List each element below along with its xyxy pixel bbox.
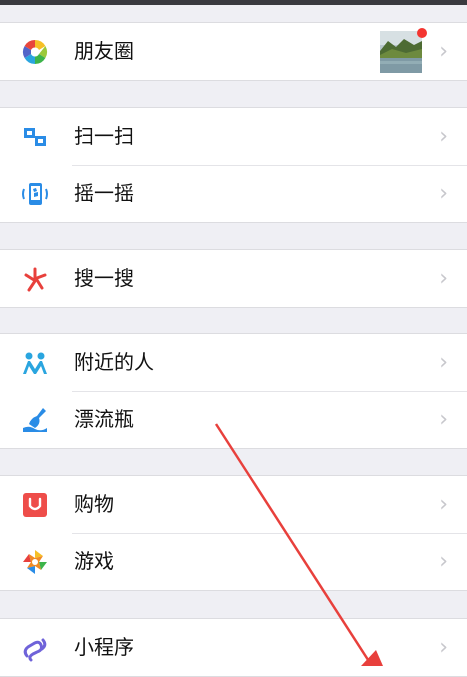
moments-label: 朋友圈 [74, 39, 134, 63]
chevron-right-icon: › [439, 407, 448, 432]
people-nearby-icon [21, 349, 49, 377]
shake-icon [21, 180, 49, 208]
mini-programs-label: 小程序 [74, 635, 134, 659]
chevron-right-icon: › [439, 124, 448, 149]
discover-item-shake[interactable]: 摇一摇 › [0, 165, 467, 222]
chevron-right-icon: › [439, 181, 448, 206]
discover-item-games[interactable]: 游戏 › [0, 533, 467, 590]
chevron-right-icon: › [439, 492, 448, 517]
moments-group: 朋友圈 › [0, 22, 467, 81]
discover-item-shopping[interactable]: 购物 › [0, 476, 467, 533]
discover-item-people-nearby[interactable]: 附近的人 › [0, 334, 467, 391]
search-group: 搜一搜 › [0, 249, 467, 308]
mini-programs-icon [21, 634, 49, 662]
discover-item-moments[interactable]: 朋友圈 › [0, 23, 467, 80]
shopping-label: 购物 [74, 492, 114, 516]
drift-bottle-icon [21, 406, 49, 434]
games-label: 游戏 [74, 549, 114, 573]
discover-item-drift-bottle[interactable]: 漂流瓶 › [0, 391, 467, 448]
scan-label: 扫一扫 [74, 124, 134, 148]
discover-item-search[interactable]: 搜一搜 › [0, 250, 467, 307]
discover-item-mini-programs[interactable]: 小程序 › [0, 619, 467, 676]
shake-label: 摇一摇 [74, 181, 134, 205]
chevron-right-icon: › [439, 266, 448, 291]
games-icon [21, 548, 49, 576]
shopping-icon [21, 491, 49, 519]
chevron-right-icon: › [439, 350, 448, 375]
scan-icon [21, 123, 49, 151]
moments-thumbnail [380, 31, 422, 73]
chevron-right-icon: › [439, 549, 448, 574]
people-nearby-label: 附近的人 [74, 350, 154, 374]
mini-programs-group: 小程序 › [0, 618, 467, 677]
search-icon [21, 265, 49, 293]
status-bar-edge [0, 0, 467, 5]
scan-shake-group: 扫一扫 › 摇一摇 › [0, 107, 467, 223]
nearby-bottle-group: 附近的人 › 漂流瓶 › [0, 333, 467, 449]
moments-icon [21, 38, 49, 66]
shopping-games-group: 购物 › 游戏 › [0, 475, 467, 591]
chevron-right-icon: › [439, 635, 448, 660]
drift-bottle-label: 漂流瓶 [74, 407, 134, 431]
new-post-dot [417, 28, 427, 38]
search-label: 搜一搜 [74, 266, 134, 290]
discover-item-scan[interactable]: 扫一扫 › [0, 108, 467, 165]
chevron-right-icon: › [439, 39, 448, 64]
